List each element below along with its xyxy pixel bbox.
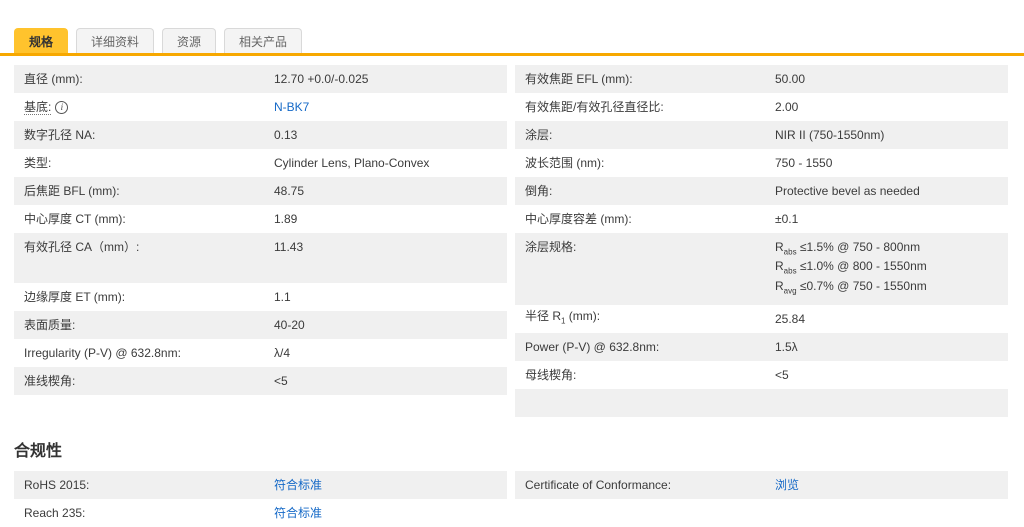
spec-value: N-BK7 (264, 100, 507, 115)
spec-label: Irregularity (P-V) @ 632.8nm: (24, 345, 181, 360)
spec-row-et: 边缘厚度 ET (mm): 1.1 (14, 283, 507, 311)
spec-value: 1.1 (274, 289, 291, 304)
spec-value: 1.89 (274, 211, 298, 226)
tab-details[interactable]: 详细资料 (76, 28, 155, 53)
spec-label: 有效焦距/有效孔径直径比: (525, 99, 664, 114)
certificate-view-link[interactable]: 浏览 (775, 478, 799, 492)
spec-row-empty (515, 389, 1008, 418)
spec-label: 半径 R1 (mm): (525, 309, 601, 326)
spec-label: 倒角: (525, 183, 553, 198)
compliance-row-rohs: RoHS 2015: 符合标准 (14, 471, 507, 500)
tab-resources[interactable]: 资源 (162, 28, 217, 53)
spec-row-ct: 中心厚度 CT (mm): 1.89 (14, 205, 507, 233)
spec-table-left: 直径 (mm): 12.70 +0.0/-0.025 基底: i N-BK7 数字… (14, 65, 507, 417)
spec-value: λ/4 (274, 345, 291, 360)
spec-label: Reach 235: (24, 505, 86, 520)
spec-value: 12.70 +0.0/-0.025 (274, 71, 369, 86)
spec-row-power: Power (P-V) @ 632.8nm: 1.5λ (515, 333, 1008, 362)
product-spec-page: 规格 详细资料 资源 相关产品 直径 (mm): 12.70 +0.0/-0.0… (0, 0, 1024, 527)
spec-value: 750 - 1550 (775, 155, 833, 170)
spec-label: 有效孔径 CA（mm）: (24, 240, 140, 254)
spec-label: 涂层: (525, 127, 553, 142)
spec-value: 48.75 (274, 183, 305, 198)
spec-value: 11.43 (274, 240, 304, 254)
tab-related-products[interactable]: 相关产品 (224, 28, 303, 53)
spec-label: 边缘厚度 ET (mm): (24, 289, 126, 304)
spec-row-type: 类型: Cylinder Lens, Plano-Convex (14, 149, 507, 177)
spec-label: 母线楔角: (525, 367, 577, 382)
spec-value: NIR II (750-1550nm) (775, 127, 885, 142)
spec-table-right: 有效焦距 EFL (mm): 50.00 有效焦距/有效孔径直径比: 2.00 … (515, 65, 1008, 418)
spec-value: 浏览 (765, 478, 1008, 493)
spec-row-radius-r1: 半径 R1 (mm): 25.84 (515, 305, 1008, 333)
spec-label: 数字孔径 NA: (24, 127, 96, 142)
spec-value: 符合标准 (264, 506, 507, 521)
substrate-tooltip-term[interactable]: 基底: (24, 99, 52, 115)
rohs-compliant-link[interactable]: 符合标准 (274, 478, 322, 492)
spec-row-f-number: 有效焦距/有效孔径直径比: 2.00 (515, 93, 1008, 121)
spec-row-wavelength-range: 波长范围 (nm): 750 - 1550 (515, 149, 1008, 177)
spec-row-bevel: 倒角: Protective bevel as needed (515, 177, 1008, 205)
spec-row-ca: 有效孔径 CA（mm）: 11.43 (14, 233, 507, 283)
reach-compliant-link[interactable]: 符合标准 (274, 506, 322, 520)
spec-row-irregularity: Irregularity (P-V) @ 632.8nm: λ/4 (14, 339, 507, 367)
spec-label: Power (P-V) @ 632.8nm: (525, 339, 660, 354)
compliance-section-title: 合规性 (14, 443, 63, 461)
spec-value: 40-20 (274, 317, 305, 332)
spec-label: 涂层规格: (525, 240, 577, 254)
spec-section: 直径 (mm): 12.70 +0.0/-0.025 基底: i N-BK7 数字… (0, 56, 1024, 418)
spec-label: 表面质量: (24, 317, 76, 332)
spec-label: Certificate of Conformance: (525, 477, 672, 492)
spec-value: 1.5λ (775, 339, 798, 354)
spec-value: 50.00 (775, 71, 806, 86)
spec-label: 直径 (mm): (24, 71, 83, 86)
spec-value: <5 (775, 367, 789, 382)
spec-label: 中心厚度容差 (mm): (525, 211, 632, 226)
spec-row-collimation-wedge: 准线楔角: <5 (14, 367, 507, 395)
spec-label: RoHS 2015: (24, 477, 90, 492)
compliance-table-right: Certificate of Conformance: 浏览 (515, 471, 1008, 527)
tab-bar: 规格 详细资料 资源 相关产品 (0, 0, 1024, 56)
spec-label: 基底: i (14, 99, 264, 115)
spec-row-ct-tolerance: 中心厚度容差 (mm): ±0.1 (515, 205, 1008, 233)
spec-row-coating: 涂层: NIR II (750-1550nm) (515, 121, 1008, 149)
info-icon[interactable]: i (55, 100, 69, 114)
compliance-row-certificate: Certificate of Conformance: 浏览 (515, 471, 1008, 500)
spec-row-numerical-aperture: 数字孔径 NA: 0.13 (14, 121, 507, 149)
compliance-section: RoHS 2015: 符合标准 Reach 235: 符合标准 Certific… (0, 471, 1024, 527)
spec-value: Cylinder Lens, Plano-Convex (274, 155, 430, 170)
substrate-nbk7-link[interactable]: N-BK7 (274, 100, 309, 114)
spec-value: ±0.1 (775, 211, 799, 226)
spec-label: 类型: (24, 155, 52, 170)
compliance-row-empty (515, 499, 1008, 527)
spec-label: 准线楔角: (24, 373, 76, 388)
spec-label: 中心厚度 CT (mm): (24, 211, 126, 226)
spec-value: 0.13 (274, 127, 298, 142)
spec-value: <5 (274, 373, 288, 388)
spec-label: 后焦距 BFL (mm): (24, 183, 120, 198)
spec-row-coating-specs: 涂层规格: Rabs ≤1.5% @ 750 - 800nm Rabs ≤1.0… (515, 233, 1008, 306)
spec-value: Rabs ≤1.5% @ 750 - 800nm Rabs ≤1.0% @ 80… (775, 240, 927, 296)
spec-value: Protective bevel as needed (775, 183, 920, 198)
tab-underline (0, 53, 1024, 56)
spec-row-efl: 有效焦距 EFL (mm): 50.00 (515, 65, 1008, 93)
spec-row-diameter: 直径 (mm): 12.70 +0.0/-0.025 (14, 65, 507, 93)
spec-row-surface-quality: 表面质量: 40-20 (14, 311, 507, 339)
spec-value: 2.00 (775, 99, 799, 114)
compliance-table-left: RoHS 2015: 符合标准 Reach 235: 符合标准 (14, 471, 507, 527)
spec-value: 25.84 (775, 311, 806, 326)
spec-row-generatrix-wedge: 母线楔角: <5 (515, 361, 1008, 389)
tab-specs[interactable]: 规格 (14, 28, 69, 53)
compliance-row-reach: Reach 235: 符合标准 (14, 499, 507, 527)
spec-label: 波长范围 (nm): (525, 155, 605, 170)
spec-value: 符合标准 (264, 478, 507, 493)
spec-label: 有效焦距 EFL (mm): (525, 71, 633, 86)
spec-row-bfl: 后焦距 BFL (mm): 48.75 (14, 177, 507, 205)
spec-row-substrate: 基底: i N-BK7 (14, 93, 507, 121)
